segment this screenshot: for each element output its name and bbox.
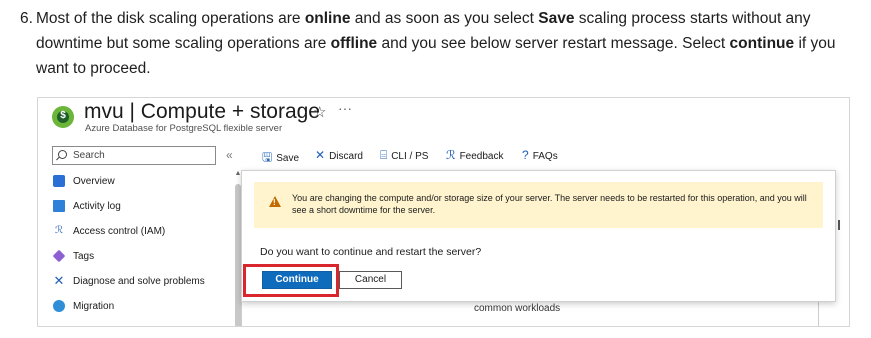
step-bold-save: Save: [538, 10, 575, 27]
sidebar-item-tags[interactable]: Tags: [52, 248, 232, 273]
save-button[interactable]: 🖫 Save: [262, 148, 299, 169]
step-text: Most of the disk scaling operations are: [36, 10, 305, 27]
feedback-icon: ℛ: [446, 148, 456, 162]
sidebar-item-label: Activity log: [73, 201, 121, 212]
sidebar-item-label: Overview: [73, 176, 115, 187]
step-text: downtime but some scaling operations are: [36, 35, 331, 52]
search-icon: [58, 150, 67, 159]
portal-screenshot: $ mvu | Compute + storage ☆ ··· Azure Da…: [37, 97, 850, 327]
faqs-label: FAQs: [532, 151, 558, 162]
step-bold-continue: continue: [729, 35, 795, 52]
step-line-1: 6. Most of the disk scaling operations ar…: [20, 10, 811, 27]
sidebar-nav: Overview Activity log ℛ Access control (…: [52, 173, 232, 323]
warning-icon: [269, 196, 281, 207]
cli-icon: ⌸: [380, 148, 388, 162]
sidebar-item-access-control[interactable]: ℛ Access control (IAM): [52, 223, 232, 248]
warning-message: You are changing the compute and/or stor…: [292, 193, 807, 215]
background-workload-text: common workloads: [474, 303, 561, 314]
favorite-star-icon[interactable]: ☆: [313, 103, 326, 121]
sidebar-item-diagnose[interactable]: ✕ Diagnose and solve problems: [52, 273, 232, 298]
postgresql-server-icon: $: [52, 106, 74, 128]
server-icon-glyph: $: [60, 110, 66, 121]
discard-icon: ✕: [315, 148, 326, 162]
more-options-icon[interactable]: ···: [338, 100, 352, 116]
sidebar-item-label: Migration: [73, 301, 115, 312]
tag-icon: [52, 249, 66, 263]
activity-log-icon: [53, 200, 65, 212]
discard-button[interactable]: ✕ Discard: [315, 148, 363, 162]
sidebar-item-overview[interactable]: Overview: [52, 173, 232, 198]
sidebar-item-label: Diagnose and solve problems: [73, 276, 205, 287]
sidebar-item-label: Access control (IAM): [73, 226, 166, 237]
background-divider: [241, 298, 242, 326]
save-label: Save: [276, 153, 300, 164]
faqs-button[interactable]: ? FAQs: [522, 148, 558, 162]
cli-label: CLI / PS: [391, 151, 429, 162]
step-number: 6.: [20, 10, 33, 27]
restart-question: Do you want to continue and restart the …: [260, 246, 482, 258]
discard-label: Discard: [329, 151, 363, 162]
step-bold-online: online: [304, 10, 351, 27]
overview-icon: [53, 175, 65, 187]
sidebar-item-label: Tags: [73, 251, 95, 262]
iam-icon: ℛ: [55, 225, 63, 236]
warning-banner: You are changing the compute and/or stor…: [254, 182, 823, 228]
step-line-2: downtime but some scaling operations are…: [20, 31, 860, 56]
wrench-icon: ✕: [53, 273, 65, 288]
step-text: scaling process starts without any: [574, 10, 811, 27]
step-text: if you: [794, 35, 836, 52]
step-line-3: want to proceed.: [36, 60, 151, 77]
save-icon: 🖫: [262, 150, 273, 164]
sidebar-item-migration[interactable]: Migration: [52, 298, 232, 323]
feedback-button[interactable]: ℛ Feedback: [446, 148, 504, 162]
step-bold-offline: offline: [330, 35, 378, 52]
feedback-label: Feedback: [459, 151, 504, 162]
resource-subtitle: Azure Database for PostgreSQL flexible s…: [85, 123, 283, 134]
sidebar-item-activity-log[interactable]: Activity log: [52, 198, 232, 223]
instruction-step: 6. Most of the disk scaling operations ar…: [20, 6, 860, 81]
collapse-sidebar-icon[interactable]: «: [226, 148, 233, 162]
page-title: mvu | Compute + storage: [84, 100, 320, 123]
migration-icon: [53, 300, 65, 312]
step-text: and you see below server restart message…: [377, 35, 730, 52]
cli-ps-button[interactable]: ⌸ CLI / PS: [380, 148, 428, 163]
cancel-button[interactable]: Cancel: [339, 271, 402, 289]
background-divider: [818, 298, 819, 326]
search-placeholder: Search: [73, 150, 105, 161]
step-text: and as soon as you select: [350, 10, 539, 27]
continue-highlight-box: [243, 264, 339, 297]
help-icon: ?: [522, 148, 529, 162]
background-scroll-indicator: [838, 220, 840, 230]
sidebar-search-input[interactable]: Search: [52, 146, 216, 165]
